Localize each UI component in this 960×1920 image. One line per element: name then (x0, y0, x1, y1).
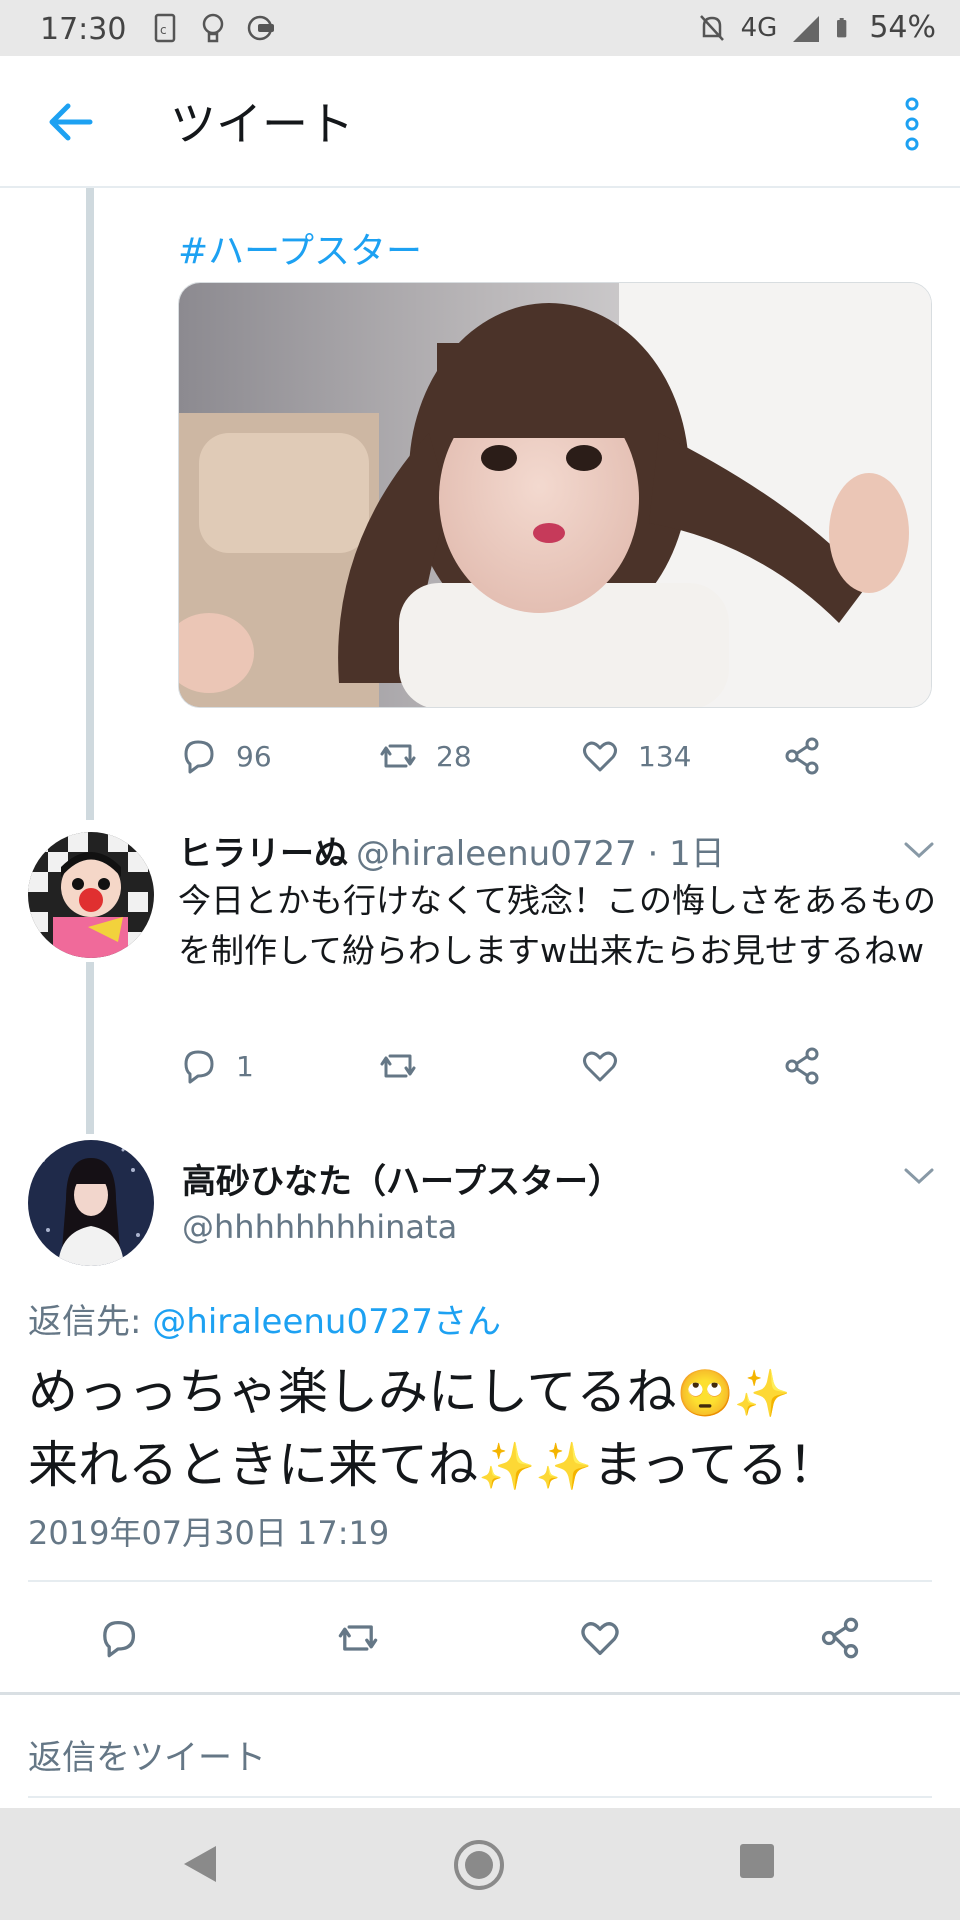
retweet-icon (338, 1625, 378, 1651)
reply-tweet-text: 今日とかも行けなくて残念！この悔しさをあるものを制作して紛らわしますw出来たらお… (178, 881, 937, 970)
main-reply-action[interactable] (96, 1616, 140, 1660)
share-icon (785, 737, 819, 775)
thread-connector-top (86, 188, 94, 820)
battery-level: 54% (869, 10, 936, 45)
compose-underline (28, 1796, 932, 1798)
reply-count: 96 (236, 739, 272, 773)
nav-recents-icon[interactable] (738, 1842, 776, 1880)
nav-back-icon[interactable] (180, 1842, 220, 1886)
share-icon (821, 1617, 859, 1659)
avatar-image (28, 832, 154, 958)
reply-icon (184, 1050, 214, 1084)
main-tweet-line-2-end: まってる！ (592, 1436, 839, 1494)
main-author-avatar[interactable] (28, 1140, 154, 1266)
chevron-down-icon[interactable] (902, 1164, 936, 1188)
status-time: 17:30 (40, 12, 127, 47)
heart-icon (583, 741, 617, 772)
sparkle-emoji: ✨ (733, 1366, 792, 1420)
signal-icon (793, 15, 820, 42)
back-arrow-icon[interactable] (44, 96, 96, 148)
main-tweet-line-1: めっっちゃ楽しみにしてるね🙄✨ (28, 1356, 948, 1429)
chevron-down-icon[interactable] (902, 838, 936, 862)
tweet-timestamp: 2019年07月30日 17:19 (28, 1514, 390, 1552)
system-status: 4G 54% (697, 10, 936, 45)
sparkle-emoji: ✨ (478, 1439, 536, 1493)
main-tweet-text: めっっちゃ楽しみにしてるね🙄✨ 来れるときに来てね✨✨まってる！ (28, 1356, 948, 1502)
tweet-photo[interactable] (178, 282, 932, 708)
battery-icon (837, 17, 847, 37)
divider (0, 1692, 960, 1695)
replying-to-label: 返信先: (28, 1302, 142, 1342)
like-count: 134 (638, 739, 692, 773)
reply-like-action[interactable] (580, 1046, 620, 1086)
reply-author-avatar[interactable] (28, 832, 154, 958)
avatar-image (28, 1140, 154, 1266)
sparkle-emoji: ✨ (535, 1439, 593, 1493)
main-retweet-action[interactable] (336, 1616, 380, 1660)
status-bar: 17:30 c 4G 54% (0, 0, 960, 56)
share-icon (785, 1047, 819, 1085)
reply-author-line: ヒラリーぬ @hiraleenu0727 · 1日 (178, 826, 725, 875)
retweet-count: 28 (436, 739, 472, 773)
hashtag-link[interactable]: #ハープスター (178, 222, 422, 274)
retweet-icon (380, 744, 416, 768)
retweet-action[interactable]: 28 (378, 736, 472, 776)
divider (28, 1580, 932, 1582)
replying-to: 返信先: @hiraleenu0727さん (28, 1294, 501, 1343)
nav-home-icon[interactable] (452, 1838, 506, 1892)
reply-compose-input[interactable]: 返信をツイート (28, 1730, 266, 1779)
heart-icon (581, 1622, 619, 1656)
app-bar: ツイート (0, 56, 960, 188)
reply-reply-action[interactable]: 1 (178, 1046, 254, 1086)
main-author-handle[interactable]: @hhhhhhhhinata (182, 1208, 457, 1246)
face-emoji: 🙄 (676, 1366, 734, 1420)
main-like-action[interactable] (578, 1616, 622, 1660)
heart-icon (583, 1051, 617, 1082)
lightbulb-icon (202, 13, 224, 43)
main-tweet-line-2: 来れるときに来てね✨✨まってる！ (28, 1429, 948, 1502)
sim-card-icon: c (154, 13, 176, 43)
system-navigation-bar (0, 1808, 960, 1920)
photo-image (179, 283, 931, 707)
main-tweet-line-1-text: めっっちゃ楽しみにしてるね (28, 1363, 677, 1421)
reply-retweet-action[interactable] (378, 1046, 418, 1086)
reply-author-handle[interactable]: @hiraleenu0727 · 1日 (356, 834, 725, 874)
retweet-icon (380, 1054, 416, 1078)
main-tweet-line-2-text: 来れるときに来てね (28, 1436, 478, 1494)
share-action[interactable] (782, 736, 822, 776)
overflow-menu-icon[interactable] (900, 96, 924, 152)
page-title: ツイート (170, 97, 354, 151)
cast-icon (247, 15, 274, 41)
notification-icons: c (150, 12, 276, 44)
main-share-action[interactable] (818, 1616, 862, 1660)
reply-author-name[interactable]: ヒラリーぬ (178, 834, 348, 874)
mute-bell-icon (699, 14, 724, 41)
svg-text:c: c (160, 23, 167, 37)
main-author-name[interactable]: 高砂ひなた（ハープスター） (182, 1154, 622, 1203)
network-type: 4G (740, 12, 778, 43)
reply-action[interactable]: 96 (178, 736, 272, 776)
reply-icon (184, 740, 214, 774)
thread-connector-bottom (86, 962, 94, 1134)
reply-icon (103, 1620, 136, 1658)
like-action[interactable]: 134 (580, 736, 691, 776)
reply-reply-count: 1 (236, 1049, 254, 1083)
replying-to-mention[interactable]: @hiraleenu0727さん (152, 1302, 501, 1342)
reply-share-action[interactable] (782, 1046, 822, 1086)
